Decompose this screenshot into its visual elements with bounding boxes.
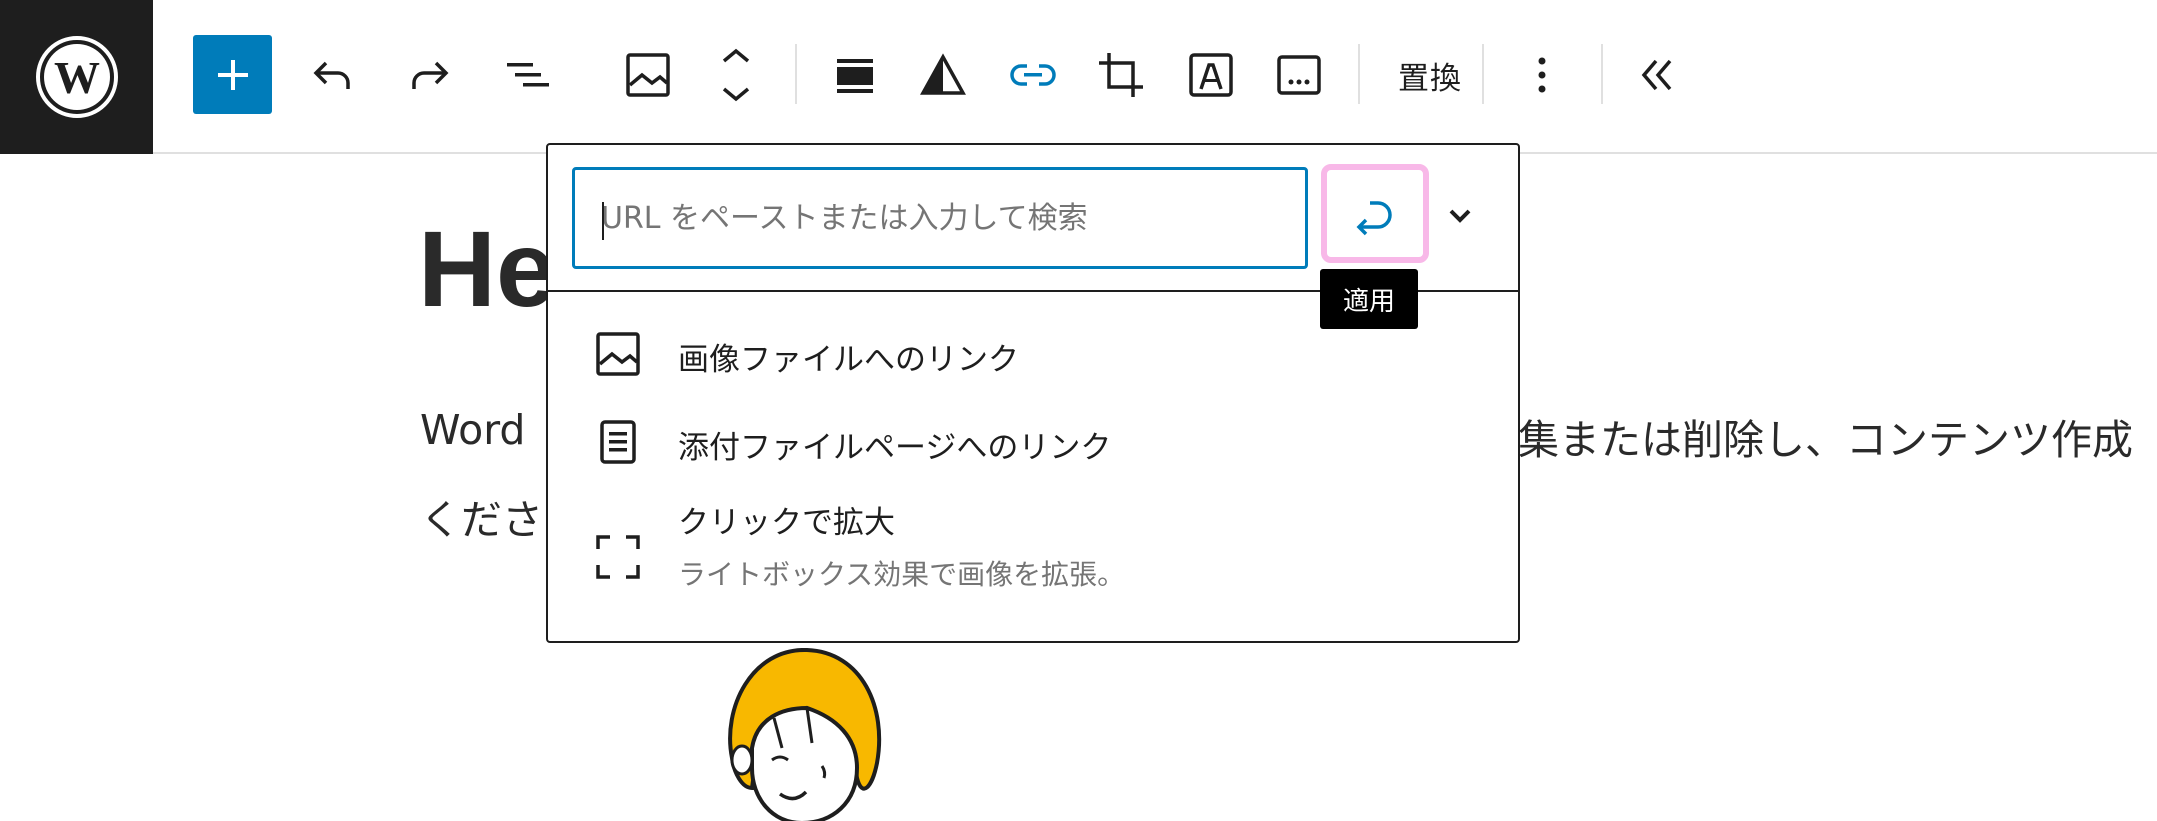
apply-tooltip: 適用	[1320, 269, 1418, 329]
redo-icon	[412, 61, 449, 89]
text-overlay-button[interactable]	[1181, 33, 1241, 117]
paragraph-text[interactable]: 集または削除し、コンテンツ作成	[1518, 406, 2133, 466]
svg-text:W: W	[54, 52, 100, 103]
image-icon	[594, 330, 642, 378]
post-title[interactable]: He	[418, 206, 556, 331]
paragraph-text[interactable]: Word	[420, 406, 525, 454]
move-block-button[interactable]	[712, 33, 760, 117]
wordpress-logo-button[interactable]: W	[0, 0, 153, 154]
duotone-icon	[920, 53, 966, 95]
wordpress-logo-icon: W	[35, 36, 118, 118]
plus-icon	[217, 59, 248, 90]
undo-button[interactable]	[302, 33, 362, 117]
editor-toolbar: W 置換	[0, 0, 2157, 154]
option-label: 添付ファイルページへのリンク	[678, 430, 1112, 466]
list-view-icon	[507, 63, 549, 87]
redo-button[interactable]	[400, 33, 460, 117]
crop-button[interactable]	[1091, 33, 1151, 117]
alt-text-button[interactable]	[1269, 33, 1329, 117]
undo-icon	[313, 61, 350, 89]
options-button[interactable]	[1518, 33, 1566, 117]
fullscreen-icon	[594, 533, 642, 581]
text-caret	[602, 202, 604, 240]
collapse-chevrons-icon	[1641, 59, 1672, 91]
toolbar-divider	[795, 44, 797, 104]
toolbar-divider	[1601, 44, 1603, 104]
chevron-down-icon	[1449, 209, 1471, 223]
option-link-to-attachment-page[interactable]: 添付ファイルページへのリンク	[548, 408, 1518, 478]
url-search-input[interactable]	[575, 170, 1305, 266]
text-overlay-icon	[1189, 53, 1233, 97]
option-expand-on-click[interactable]: クリックで拡大 ライトボックス効果で画像を拡張。	[548, 497, 1518, 617]
toolbar-divider	[1358, 44, 1360, 104]
collapse-toolbar-button[interactable]	[1630, 33, 1686, 117]
page-icon	[594, 418, 642, 466]
add-block-button[interactable]	[193, 35, 272, 114]
align-icon	[837, 59, 873, 93]
link-button[interactable]	[1003, 33, 1063, 117]
toolbar-divider	[1482, 44, 1484, 104]
option-label: クリックで拡大	[678, 505, 895, 541]
image-icon	[626, 53, 670, 97]
duotone-button[interactable]	[913, 33, 973, 117]
align-button[interactable]	[825, 33, 885, 117]
option-label: 画像ファイルへのリンク	[678, 342, 1019, 378]
list-view-button[interactable]	[498, 33, 558, 117]
link-settings-toggle[interactable]	[1438, 193, 1482, 237]
paragraph-text[interactable]: くださ	[420, 486, 543, 546]
move-arrows-icon	[722, 48, 750, 102]
avatar-illustration	[728, 648, 882, 821]
enter-arrow-icon	[1356, 200, 1392, 235]
url-search-field[interactable]	[572, 167, 1308, 269]
option-description: ライトボックス効果で画像を拡張。	[678, 558, 1126, 591]
option-link-to-image-file[interactable]: 画像ファイルへのリンク	[548, 320, 1518, 390]
crop-icon	[1099, 53, 1143, 97]
alt-text-icon	[1277, 55, 1321, 95]
more-vertical-icon	[1538, 57, 1546, 93]
image-block-button[interactable]	[618, 33, 678, 117]
replace-button[interactable]: 置換	[1380, 33, 1480, 117]
apply-button[interactable]	[1321, 164, 1429, 263]
replace-label: 置換	[1398, 60, 1462, 97]
link-popover: 適用 画像ファイルへのリンク 添付ファイルページへのリンク	[546, 143, 1520, 643]
link-icon	[1010, 64, 1056, 86]
